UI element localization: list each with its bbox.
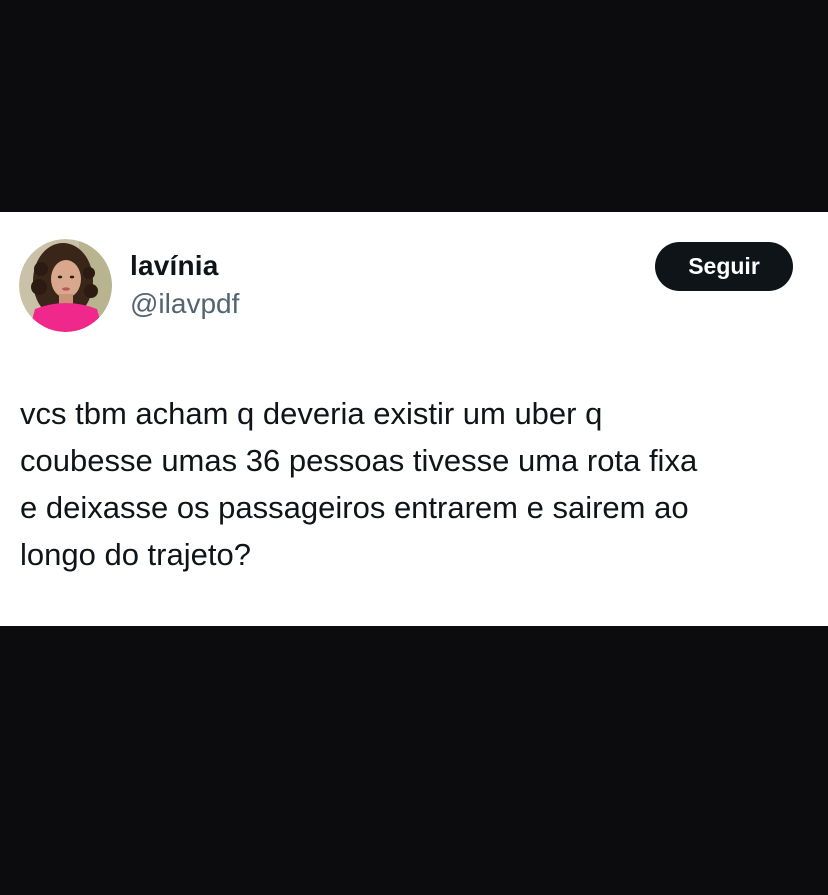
tweet-text-line: vcs tbm acham q deveria existir um uber … [20,396,603,431]
avatar[interactable] [19,239,112,332]
follow-button[interactable]: Seguir [655,242,793,291]
author-display-name[interactable]: lavínia [130,250,219,282]
tweet-text-line: e deixasse os passageiros entrarem e sai… [20,490,689,525]
screenshot-frame: lavínia @ilavpdf Seguir vcs tbm acham q … [0,0,828,895]
tweet-text-line: longo do trajeto? [20,537,251,572]
tweet-text: vcs tbm acham q deveria existir um uber … [20,390,810,578]
tweet-text-line: coubesse umas 36 pessoas tivesse uma rot… [20,443,698,478]
tweet-card: lavínia @ilavpdf Seguir vcs tbm acham q … [0,212,828,626]
author-handle[interactable]: @ilavpdf [130,288,239,320]
profile-photo-icon [19,239,112,332]
